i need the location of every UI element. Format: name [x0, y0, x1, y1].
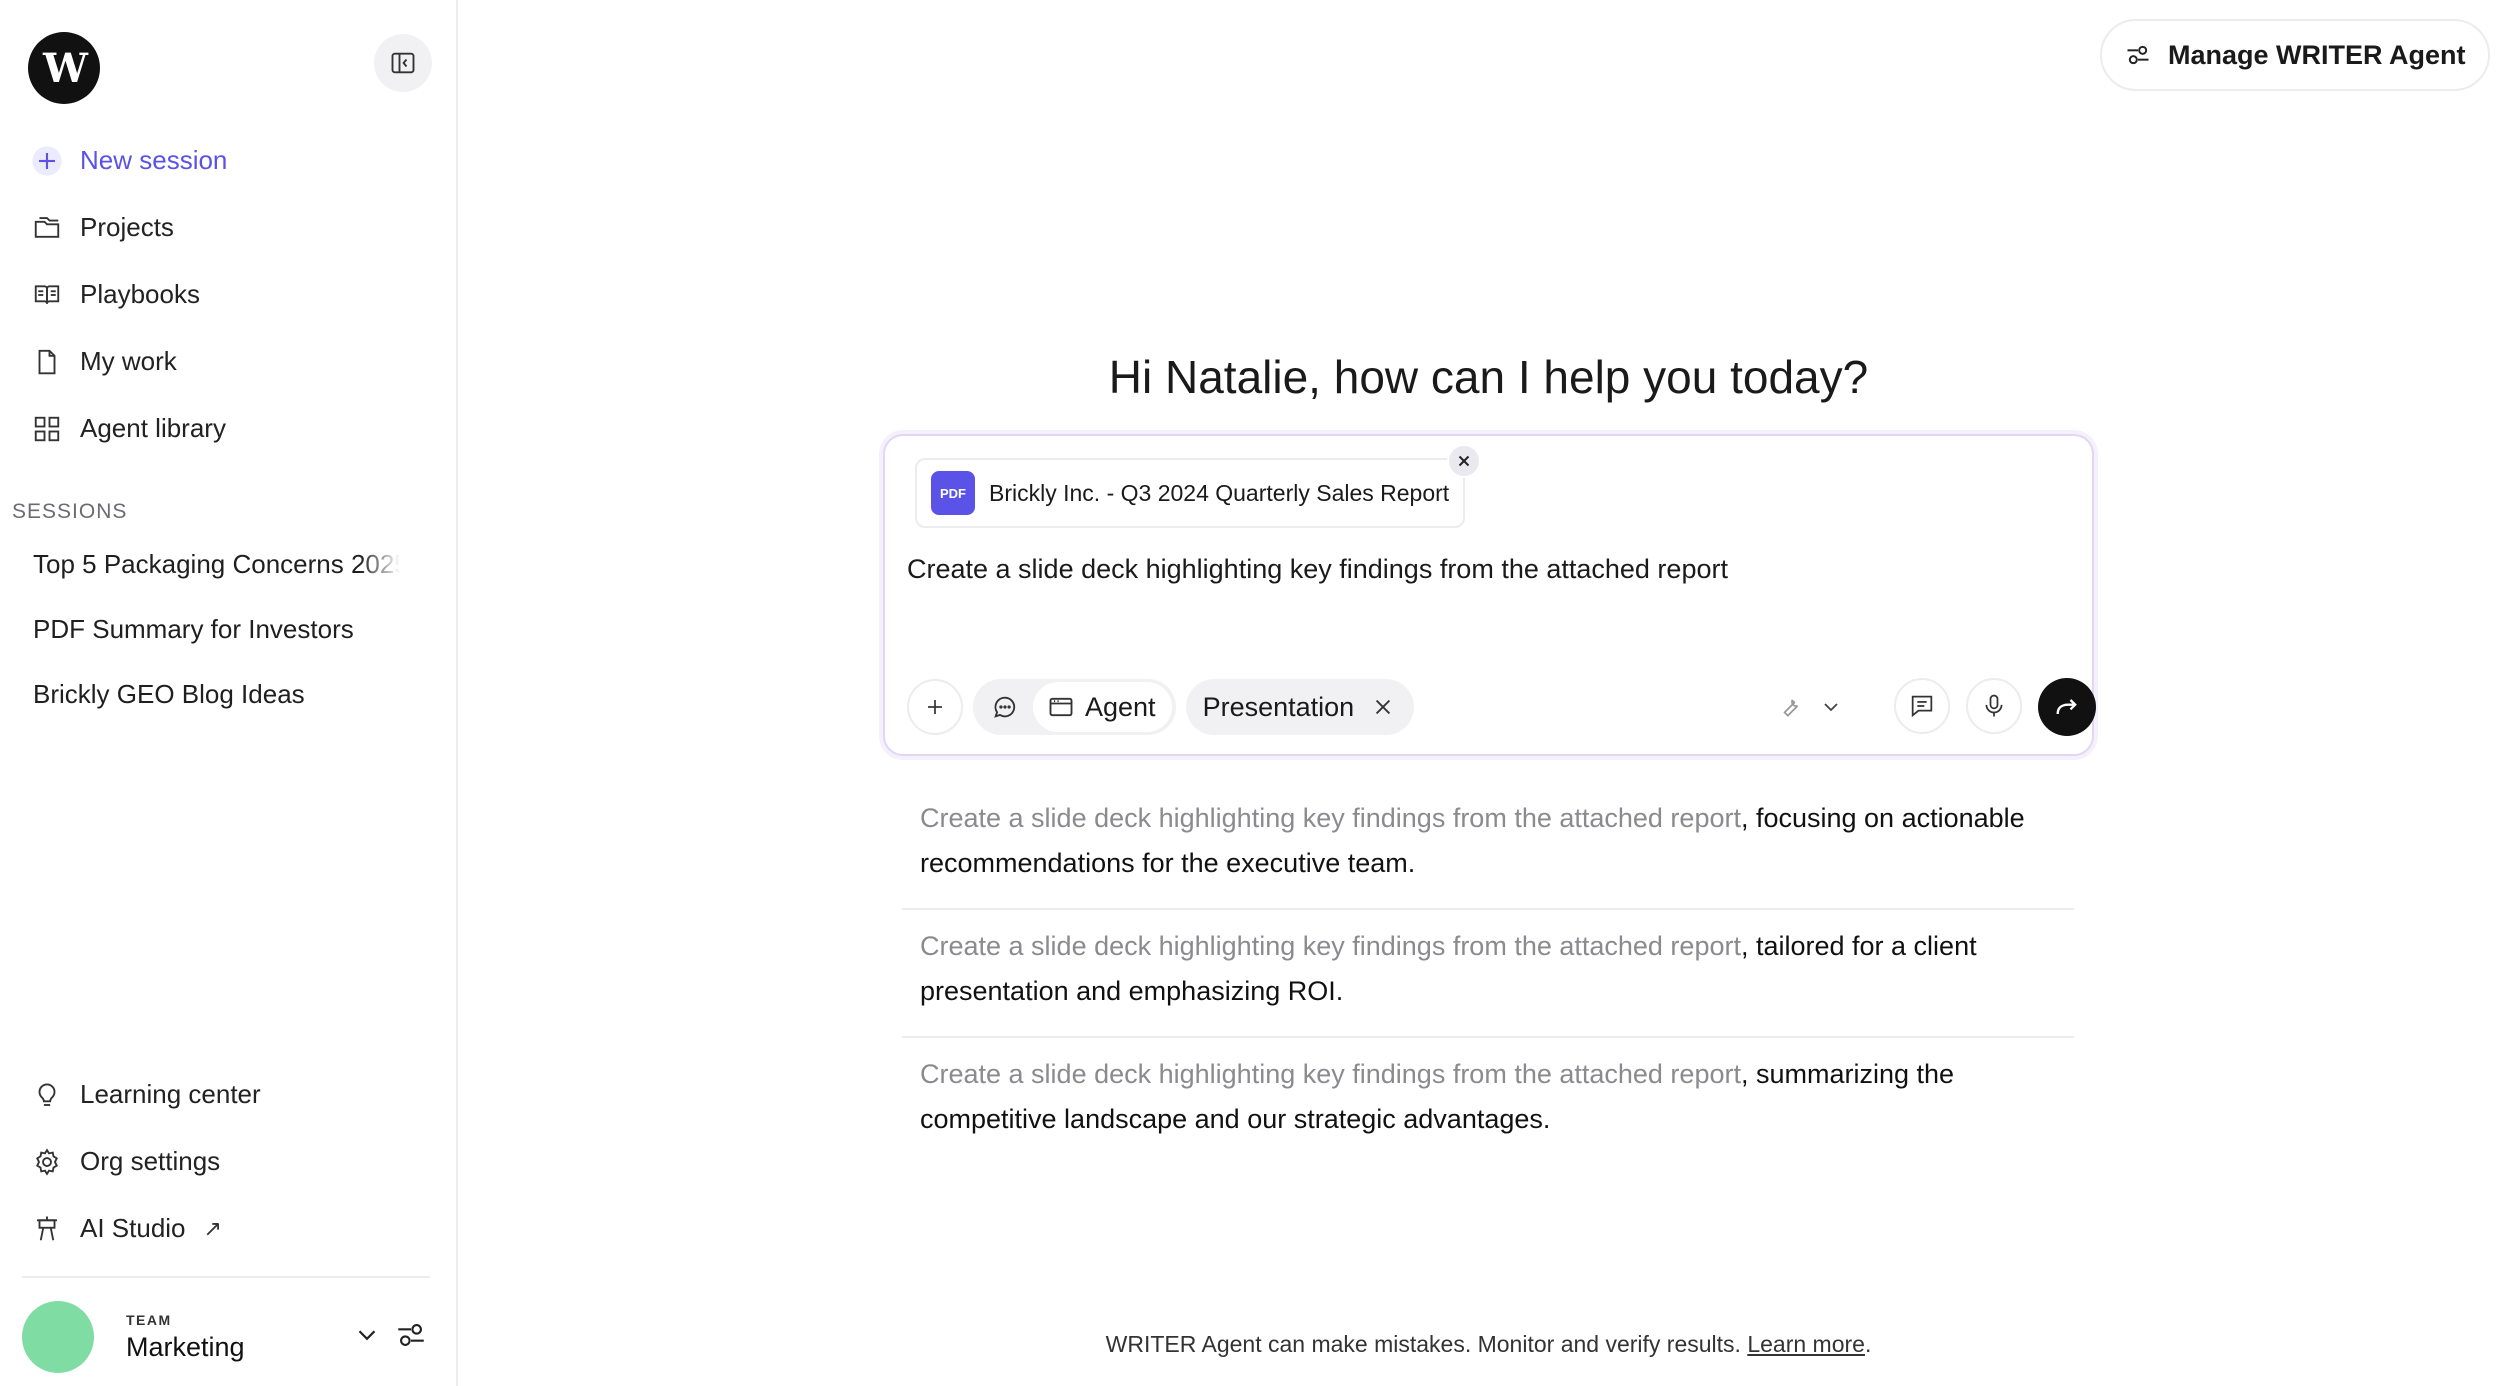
plus-icon: [30, 144, 64, 178]
chat-mode-button[interactable]: [977, 682, 1033, 732]
chat-bubble-icon: [994, 696, 1016, 718]
nav-org-settings[interactable]: Org settings: [0, 1128, 458, 1195]
browser-window-icon: [1049, 697, 1073, 717]
primary-nav: New session Projects Playbooks My work A…: [0, 127, 458, 462]
nav-my-work[interactable]: My work: [0, 328, 458, 395]
attachment-name: Brickly Inc. - Q3 2024 Quarterly Sales R…: [989, 479, 1450, 506]
sidebar-divider: [22, 1276, 430, 1278]
nav-projects[interactable]: Projects: [0, 194, 458, 261]
suggestion-prefix: Create a slide deck highlighting key fin…: [920, 803, 1741, 833]
team-switcher[interactable]: TEAM Marketing: [22, 1298, 436, 1376]
remove-attachment-button[interactable]: [1447, 444, 1481, 478]
sliders-icon[interactable]: [394, 1318, 428, 1352]
nav-label: AI Studio: [80, 1213, 186, 1243]
book-open-icon: [30, 278, 64, 312]
prompt-input[interactable]: Create a slide deck highlighting key fin…: [907, 554, 2067, 585]
agent-mode-label: Agent: [1085, 691, 1156, 722]
send-arrow-icon: [2056, 699, 2077, 715]
page-title: Hi Natalie, how can I help you today?: [1108, 351, 1869, 403]
sliders-icon: [2127, 45, 2149, 65]
lightbulb-icon: [30, 1078, 64, 1112]
nav-label: Learning center: [80, 1079, 261, 1109]
send-button[interactable]: [2038, 678, 2096, 736]
nav-learning-center[interactable]: Learning center: [0, 1061, 458, 1128]
chevron-down-icon: [1824, 703, 1838, 712]
gear-icon: [30, 1145, 64, 1179]
folder-icon: [30, 211, 64, 245]
session-item[interactable]: Top 5 Packaging Concerns 2025: [0, 532, 458, 597]
tools-dropdown[interactable]: [1777, 686, 1843, 728]
nav-label: Playbooks: [80, 279, 200, 309]
disclaimer-footer: WRITER Agent can make mistakes. Monitor …: [880, 1331, 2097, 1358]
plus-icon: [928, 700, 942, 714]
learn-more-link[interactable]: Learn more: [1747, 1331, 1865, 1357]
nav-label: Projects: [80, 212, 174, 242]
disclaimer-text: WRITER Agent can make mistakes. Monitor …: [1105, 1331, 1741, 1357]
nav-label: Org settings: [80, 1146, 221, 1176]
nav-label: Agent library: [80, 413, 226, 443]
external-link-icon: ↗: [203, 1215, 222, 1241]
chevron-down-icon[interactable]: [352, 1320, 382, 1350]
close-icon[interactable]: [1372, 696, 1394, 718]
sessions-heading: SESSIONS: [12, 500, 128, 523]
nav-playbooks[interactable]: Playbooks: [0, 261, 458, 328]
suggestion-item[interactable]: Create a slide deck highlighting key fin…: [902, 782, 2074, 910]
sessions-list: Top 5 Packaging Concerns 2025 PDF Summar…: [0, 532, 458, 727]
presentation-chip-label: Presentation: [1202, 691, 1355, 722]
session-item[interactable]: PDF Summary for Investors: [0, 597, 458, 662]
presentation-chip[interactable]: Presentation: [1185, 679, 1415, 735]
easel-icon: [30, 1212, 64, 1246]
composer-toolbar: Agent Presentation: [907, 678, 2096, 736]
comments-button[interactable]: [1894, 678, 1950, 734]
wrench-icon: [1783, 699, 1799, 717]
team-avatar: [22, 1301, 94, 1373]
suggestion-prefix: Create a slide deck highlighting key fin…: [920, 931, 1741, 961]
add-button[interactable]: [907, 679, 963, 735]
nav-label: My work: [80, 346, 177, 376]
session-item[interactable]: Brickly GEO Blog Ideas: [0, 662, 458, 727]
grid-icon: [30, 412, 64, 446]
attachment-chip[interactable]: PDF Brickly Inc. - Q3 2024 Quarterly Sal…: [915, 458, 1466, 528]
file-icon: [30, 345, 64, 379]
voice-input-button[interactable]: [1966, 678, 2022, 734]
writer-logo[interactable]: W: [28, 32, 100, 104]
disclaimer-end: .: [1864, 1331, 1872, 1357]
microphone-icon: [1985, 694, 2003, 717]
nav-ai-studio[interactable]: AI Studio ↗: [0, 1195, 458, 1262]
mode-toggle: Agent: [973, 679, 1176, 735]
secondary-nav: Learning center Org settings AI Studio ↗: [0, 1061, 458, 1262]
close-icon: [1458, 455, 1470, 467]
nav-label: New session: [80, 145, 228, 175]
manage-agent-label: Manage WRITER Agent: [2168, 39, 2466, 70]
suggestion-item[interactable]: Create a slide deck highlighting key fin…: [902, 1038, 2074, 1164]
sidebar: W New session Projects Playbooks My work…: [0, 0, 458, 1386]
team-label: TEAM: [126, 1311, 172, 1328]
team-name: Marketing: [126, 1331, 245, 1362]
suggestion-list: Create a slide deck highlighting key fin…: [902, 782, 2074, 1164]
prompt-composer: PDF Brickly Inc. - Q3 2024 Quarterly Sal…: [883, 434, 2096, 756]
sidebar-collapse-icon: [391, 52, 415, 74]
message-square-icon: [1911, 695, 1933, 718]
nav-agent-library[interactable]: Agent library: [0, 395, 458, 462]
manage-agent-button[interactable]: Manage WRITER Agent: [2100, 19, 2490, 91]
pdf-file-icon: PDF: [931, 471, 975, 515]
suggestion-item[interactable]: Create a slide deck highlighting key fin…: [902, 910, 2074, 1038]
suggestion-prefix: Create a slide deck highlighting key fin…: [920, 1059, 1741, 1089]
collapse-sidebar-button[interactable]: [374, 34, 432, 92]
nav-new-session[interactable]: New session: [0, 127, 458, 194]
agent-mode-button[interactable]: Agent: [1033, 682, 1172, 732]
